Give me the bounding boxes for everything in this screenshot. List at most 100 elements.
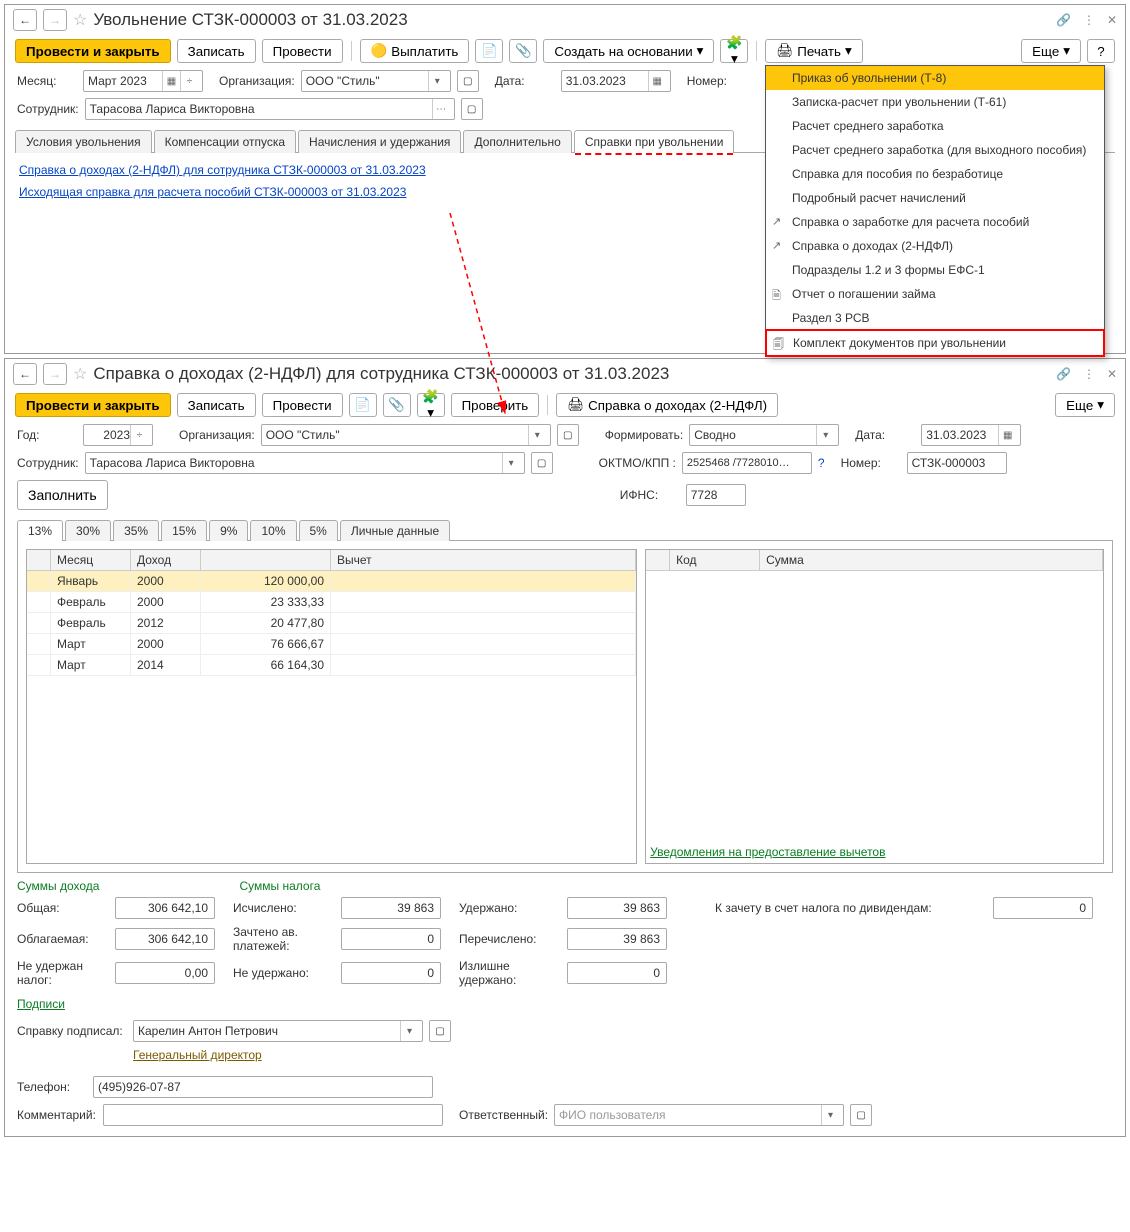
doc-icon-button[interactable]: 📄 <box>349 393 377 417</box>
total-field[interactable]: 306 642,10 <box>115 897 215 919</box>
notax-field[interactable]: 0,00 <box>115 962 215 984</box>
sign-pos[interactable]: Генеральный директор <box>133 1048 262 1062</box>
calc-field[interactable]: 39 863 <box>341 897 441 919</box>
table-row[interactable]: Февраль200023 333,33 <box>27 592 636 613</box>
tab-additional[interactable]: Дополнительно <box>463 130 571 153</box>
num-field[interactable]: СТЗК-000003 <box>907 452 1007 474</box>
rate-tab[interactable]: 10% <box>250 520 296 541</box>
calendar-icon[interactable]: ▦ <box>162 71 180 91</box>
kebab-icon[interactable]: ⋮ <box>1083 13 1095 27</box>
comment-field[interactable] <box>103 1104 443 1126</box>
menu-item[interactable]: ↗Справка о заработке для расчета пособий <box>766 210 1104 234</box>
post-button[interactable]: Провести <box>262 39 343 63</box>
create-based-button[interactable]: Создать на основании ▾ <box>543 39 714 63</box>
table-row[interactable]: Март201466 164,30 <box>27 655 636 676</box>
date-field[interactable]: 31.03.2023▦ <box>561 70 671 92</box>
nav-back[interactable]: ← <box>13 9 37 31</box>
more-button[interactable]: Еще ▾ <box>1021 39 1081 63</box>
menu-item[interactable]: 🗐Комплект документов при увольнении <box>765 329 1105 357</box>
rate-tab[interactable]: 30% <box>65 520 111 541</box>
deductions-link[interactable]: Уведомления на предоставление вычетов <box>650 845 885 859</box>
date-field[interactable]: 31.03.2023▦ <box>921 424 1021 446</box>
save-button[interactable]: Записать <box>177 393 256 417</box>
menu-item[interactable]: Подробный расчет начислений <box>766 186 1104 210</box>
nav-back[interactable]: ← <box>13 363 37 385</box>
help-q-icon[interactable]: ? <box>818 456 825 470</box>
link-icon[interactable]: 🔗 <box>1056 367 1071 381</box>
menu-item[interactable]: 🗎Отчет о погашении займа <box>766 282 1104 306</box>
menu-item[interactable]: Расчет среднего заработка <box>766 114 1104 138</box>
held-field[interactable]: 39 863 <box>567 897 667 919</box>
link-icon[interactable]: 🔗 <box>1056 13 1071 27</box>
org-open-button[interactable]: ▢ <box>557 424 579 446</box>
more-button[interactable]: Еще ▾ <box>1055 393 1115 417</box>
tab-accruals[interactable]: Начисления и удержания <box>298 130 461 153</box>
dropdown-icon[interactable]: ▾ <box>528 425 546 445</box>
month-field[interactable]: Март 2023▦÷ <box>83 70 203 92</box>
pay-button[interactable]: 🟡Выплатить <box>360 39 470 63</box>
check-button[interactable]: Проверить <box>451 393 540 417</box>
doc-icon-button[interactable]: 📄 <box>475 39 503 63</box>
emp-field[interactable]: Тарасова Лариса Викторовна⋯ <box>85 98 455 120</box>
nav-fwd[interactable]: → <box>43 9 67 31</box>
credit-field[interactable]: 0 <box>993 897 1093 919</box>
close-icon[interactable]: ✕ <box>1107 367 1117 381</box>
clip-icon-button[interactable]: 📎 <box>509 39 537 63</box>
oktmo-field[interactable]: 2525468 /7728010… <box>682 452 812 474</box>
clip-icon-button[interactable]: 📎 <box>383 393 411 417</box>
resp-open-button[interactable]: ▢ <box>850 1104 872 1126</box>
tab-conditions[interactable]: Условия увольнения <box>15 130 152 153</box>
kebab-icon[interactable]: ⋮ <box>1083 367 1095 381</box>
dropdown-icon[interactable]: ▾ <box>400 1021 418 1041</box>
ifns-field[interactable]: 7728 <box>686 484 746 506</box>
dropdown-icon[interactable]: ▾ <box>502 453 520 473</box>
dropdown-icon[interactable]: ▾ <box>816 425 834 445</box>
trans-field[interactable]: 39 863 <box>567 928 667 950</box>
rate-tab[interactable]: 5% <box>299 520 338 541</box>
table-row[interactable]: Март200076 666,67 <box>27 634 636 655</box>
org-open-button[interactable]: ▢ <box>457 70 479 92</box>
tree-icon-button[interactable]: 🧩▾ <box>417 393 445 417</box>
post-close-button[interactable]: Провести и закрыть <box>15 393 171 417</box>
rate-tab[interactable]: 15% <box>161 520 207 541</box>
post-button[interactable]: Провести <box>262 393 343 417</box>
table-row[interactable]: Февраль201220 477,80 <box>27 613 636 634</box>
ellipsis-icon[interactable]: ⋯ <box>432 99 450 119</box>
sign-who-field[interactable]: Карелин Антон Петрович▾ <box>133 1020 423 1042</box>
menu-item[interactable]: Расчет среднего заработка (для выходного… <box>766 138 1104 162</box>
spinner-icon[interactable]: ÷ <box>180 71 198 91</box>
calendar-icon[interactable]: ▦ <box>648 71 666 91</box>
year-field[interactable]: 2023÷ <box>83 424 153 446</box>
taxable-field[interactable]: 306 642,10 <box>115 928 215 950</box>
help-button[interactable]: ? <box>1087 39 1115 63</box>
org-field[interactable]: ООО "Стиль"▾ <box>301 70 451 92</box>
menu-item[interactable]: ↗Справка о доходах (2-НДФЛ) <box>766 234 1104 258</box>
rate-tab[interactable]: Личные данные <box>340 520 450 541</box>
rate-tab[interactable]: 35% <box>113 520 159 541</box>
print-button[interactable]: 🖨 Печать ▾ <box>765 39 862 63</box>
emp-open-button[interactable]: ▢ <box>461 98 483 120</box>
sign-open-button[interactable]: ▢ <box>429 1020 451 1042</box>
tab-compensation[interactable]: Компенсации отпуска <box>154 130 296 153</box>
notheld-field[interactable]: 0 <box>341 962 441 984</box>
menu-item[interactable]: Справка для пособия по безработице <box>766 162 1104 186</box>
table-row[interactable]: Январь2000120 000,00 <box>27 571 636 592</box>
close-icon[interactable]: ✕ <box>1107 13 1117 27</box>
menu-item[interactable]: Приказ об увольнении (Т-8) <box>766 66 1104 90</box>
dropdown-icon[interactable]: ▾ <box>821 1105 839 1125</box>
dropdown-icon[interactable]: ▾ <box>428 71 446 91</box>
rate-tab[interactable]: 9% <box>209 520 248 541</box>
star-icon[interactable]: ☆ <box>73 10 87 30</box>
adv-field[interactable]: 0 <box>341 928 441 950</box>
save-button[interactable]: Записать <box>177 39 256 63</box>
print-ref-button[interactable]: 🖨 Справка о доходах (2-НДФЛ) <box>556 393 778 417</box>
nav-fwd[interactable]: → <box>43 363 67 385</box>
tree-icon-button[interactable]: 🧩▾ <box>720 39 748 63</box>
calendar-icon[interactable]: ▦ <box>998 425 1016 445</box>
tel-field[interactable]: (495)926-07-87 <box>93 1076 433 1098</box>
spinner-icon[interactable]: ÷ <box>130 425 148 445</box>
tab-references[interactable]: Справки при увольнении <box>574 130 735 153</box>
menu-item[interactable]: Раздел 3 РСВ <box>766 306 1104 330</box>
post-close-button[interactable]: Провести и закрыть <box>15 39 171 63</box>
org-field[interactable]: ООО "Стиль"▾ <box>261 424 551 446</box>
